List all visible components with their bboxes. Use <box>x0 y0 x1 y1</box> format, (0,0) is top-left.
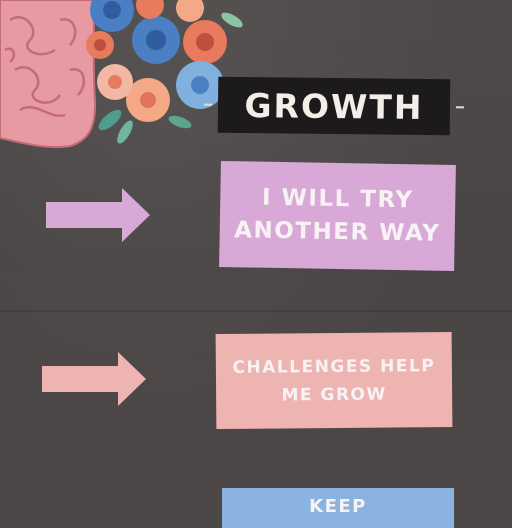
arrow-right-icon <box>46 188 150 242</box>
banner-title: GROWTH <box>244 85 424 127</box>
banner-dash-left <box>203 103 213 106</box>
brain-icon <box>0 0 97 149</box>
affirmation-card-try-another-way: I WILL TRY ANOTHER WAY <box>219 160 456 272</box>
card-text: KEEP <box>309 496 367 517</box>
card-text: I WILL TRY ANOTHER WAY <box>233 184 441 247</box>
card-text: CHALLENGES HELP ME GROW <box>232 355 436 405</box>
banner-dash-right <box>455 106 465 109</box>
growth-banner: GROWTH <box>203 76 465 136</box>
brain-with-flowers-illustration <box>0 0 243 149</box>
affirmation-card-keep: KEEP <box>222 488 454 528</box>
arrow-right-icon <box>42 352 146 406</box>
affirmation-card-challenges: CHALLENGES HELP ME GROW <box>215 331 453 430</box>
fabric-fold <box>0 310 512 312</box>
